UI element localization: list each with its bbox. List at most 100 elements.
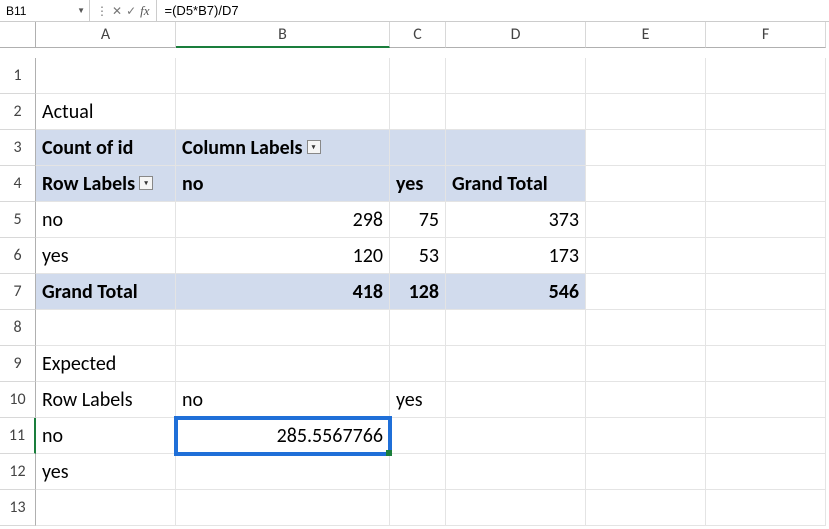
cell-D1[interactable] xyxy=(446,58,586,94)
col-header-E[interactable]: E xyxy=(586,22,706,48)
row-header-11[interactable]: 11 xyxy=(0,418,36,454)
cell-D10[interactable] xyxy=(446,382,586,418)
cell-E12[interactable] xyxy=(586,454,706,490)
cell-F3[interactable] xyxy=(706,130,826,166)
cell-F6[interactable] xyxy=(706,238,826,274)
cell-F8[interactable] xyxy=(706,310,826,346)
row-header-5[interactable]: 5 xyxy=(0,202,36,238)
cancel-icon[interactable]: ✕ xyxy=(112,4,122,18)
cell-A13[interactable] xyxy=(36,490,176,526)
cell-D2[interactable] xyxy=(446,94,586,130)
row-header-6[interactable]: 6 xyxy=(0,238,36,274)
cell-F13[interactable] xyxy=(706,490,826,526)
filter-button-rows[interactable]: ▾ xyxy=(139,176,153,190)
cell-C5[interactable]: 75 xyxy=(390,202,446,238)
fx-icon[interactable]: fx xyxy=(140,3,149,19)
cell-E8[interactable] xyxy=(586,310,706,346)
cell-A10[interactable]: Row Labels xyxy=(36,382,176,418)
cell-F10[interactable] xyxy=(706,382,826,418)
row-header-10[interactable]: 10 xyxy=(0,382,36,418)
cell-B6[interactable]: 120 xyxy=(176,238,390,274)
cell-C8[interactable] xyxy=(390,310,446,346)
cell-F9[interactable] xyxy=(706,346,826,382)
cell-D4[interactable]: Grand Total xyxy=(446,166,586,202)
cell-B8[interactable] xyxy=(176,310,390,346)
cell-D13[interactable] xyxy=(446,490,586,526)
cell-E7[interactable] xyxy=(586,274,706,310)
cell-F4[interactable] xyxy=(706,166,826,202)
cell-D12[interactable] xyxy=(446,454,586,490)
cell-A5[interactable]: no xyxy=(36,202,176,238)
cell-B2[interactable] xyxy=(176,94,390,130)
cell-B3[interactable]: Column Labels ▾ xyxy=(176,130,390,166)
row-header-2[interactable]: 2 xyxy=(0,94,36,130)
name-box[interactable]: B11 ▼ xyxy=(0,0,90,21)
col-header-D[interactable]: D xyxy=(446,22,586,48)
cell-E9[interactable] xyxy=(586,346,706,382)
col-header-F[interactable]: F xyxy=(706,22,826,48)
cell-B9[interactable] xyxy=(176,346,390,382)
col-header-B[interactable]: B xyxy=(176,22,390,48)
row-header-9[interactable]: 9 xyxy=(0,346,36,382)
row-header-3[interactable]: 3 xyxy=(0,130,36,166)
chevron-down-icon[interactable]: ▼ xyxy=(77,6,85,15)
cell-E13[interactable] xyxy=(586,490,706,526)
col-header-A[interactable]: A xyxy=(36,22,176,48)
cell-A3[interactable]: Count of id xyxy=(36,130,176,166)
accept-icon[interactable]: ✓ xyxy=(126,4,136,18)
cell-F7[interactable] xyxy=(706,274,826,310)
cell-E5[interactable] xyxy=(586,202,706,238)
cell-A9[interactable]: Expected xyxy=(36,346,176,382)
cell-E3[interactable] xyxy=(586,130,706,166)
cell-C1[interactable] xyxy=(390,58,446,94)
col-header-C[interactable]: C xyxy=(390,22,446,48)
cell-B5[interactable]: 298 xyxy=(176,202,390,238)
cell-B11[interactable]: 285.5567766 xyxy=(176,418,390,454)
cell-E1[interactable] xyxy=(586,58,706,94)
cell-A2[interactable]: Actual xyxy=(36,94,176,130)
cell-C10[interactable]: yes xyxy=(390,382,446,418)
filter-button-columns[interactable]: ▾ xyxy=(307,140,321,154)
cell-F1[interactable] xyxy=(706,58,826,94)
row-header-7[interactable]: 7 xyxy=(0,274,36,310)
select-all-corner[interactable] xyxy=(0,22,36,48)
row-header-4[interactable]: 4 xyxy=(0,166,36,202)
cell-C11[interactable] xyxy=(390,418,446,454)
row-header-13[interactable]: 13 xyxy=(0,490,36,526)
formula-input[interactable]: =(D5*B7)/D7 xyxy=(157,0,829,21)
cell-F2[interactable] xyxy=(706,94,826,130)
cell-C6[interactable]: 53 xyxy=(390,238,446,274)
cell-A6[interactable]: yes xyxy=(36,238,176,274)
cell-B4[interactable]: no xyxy=(176,166,390,202)
cell-C13[interactable] xyxy=(390,490,446,526)
cell-D9[interactable] xyxy=(446,346,586,382)
row-header-12[interactable]: 12 xyxy=(0,454,36,490)
cell-D5[interactable]: 373 xyxy=(446,202,586,238)
cell-D11[interactable] xyxy=(446,418,586,454)
cell-C3[interactable] xyxy=(390,130,446,166)
cell-C7[interactable]: 128 xyxy=(390,274,446,310)
cell-F11[interactable] xyxy=(706,418,826,454)
cell-B1[interactable] xyxy=(176,58,390,94)
cell-A1[interactable] xyxy=(36,58,176,94)
cell-C4[interactable]: yes xyxy=(390,166,446,202)
cell-A8[interactable] xyxy=(36,310,176,346)
cell-F5[interactable] xyxy=(706,202,826,238)
cell-A11[interactable]: no xyxy=(36,418,176,454)
cell-A12[interactable]: yes xyxy=(36,454,176,490)
cell-D3[interactable] xyxy=(446,130,586,166)
cell-D6[interactable]: 173 xyxy=(446,238,586,274)
cell-A7[interactable]: Grand Total xyxy=(36,274,176,310)
cell-E10[interactable] xyxy=(586,382,706,418)
cell-E6[interactable] xyxy=(586,238,706,274)
cell-E11[interactable] xyxy=(586,418,706,454)
cell-D8[interactable] xyxy=(446,310,586,346)
cell-C2[interactable] xyxy=(390,94,446,130)
row-header-1[interactable]: 1 xyxy=(0,58,36,94)
cell-A4[interactable]: Row Labels ▾ xyxy=(36,166,176,202)
cell-E4[interactable] xyxy=(586,166,706,202)
cell-B10[interactable]: no xyxy=(176,382,390,418)
fill-handle[interactable] xyxy=(386,450,392,456)
cell-C12[interactable] xyxy=(390,454,446,490)
cell-C9[interactable] xyxy=(390,346,446,382)
